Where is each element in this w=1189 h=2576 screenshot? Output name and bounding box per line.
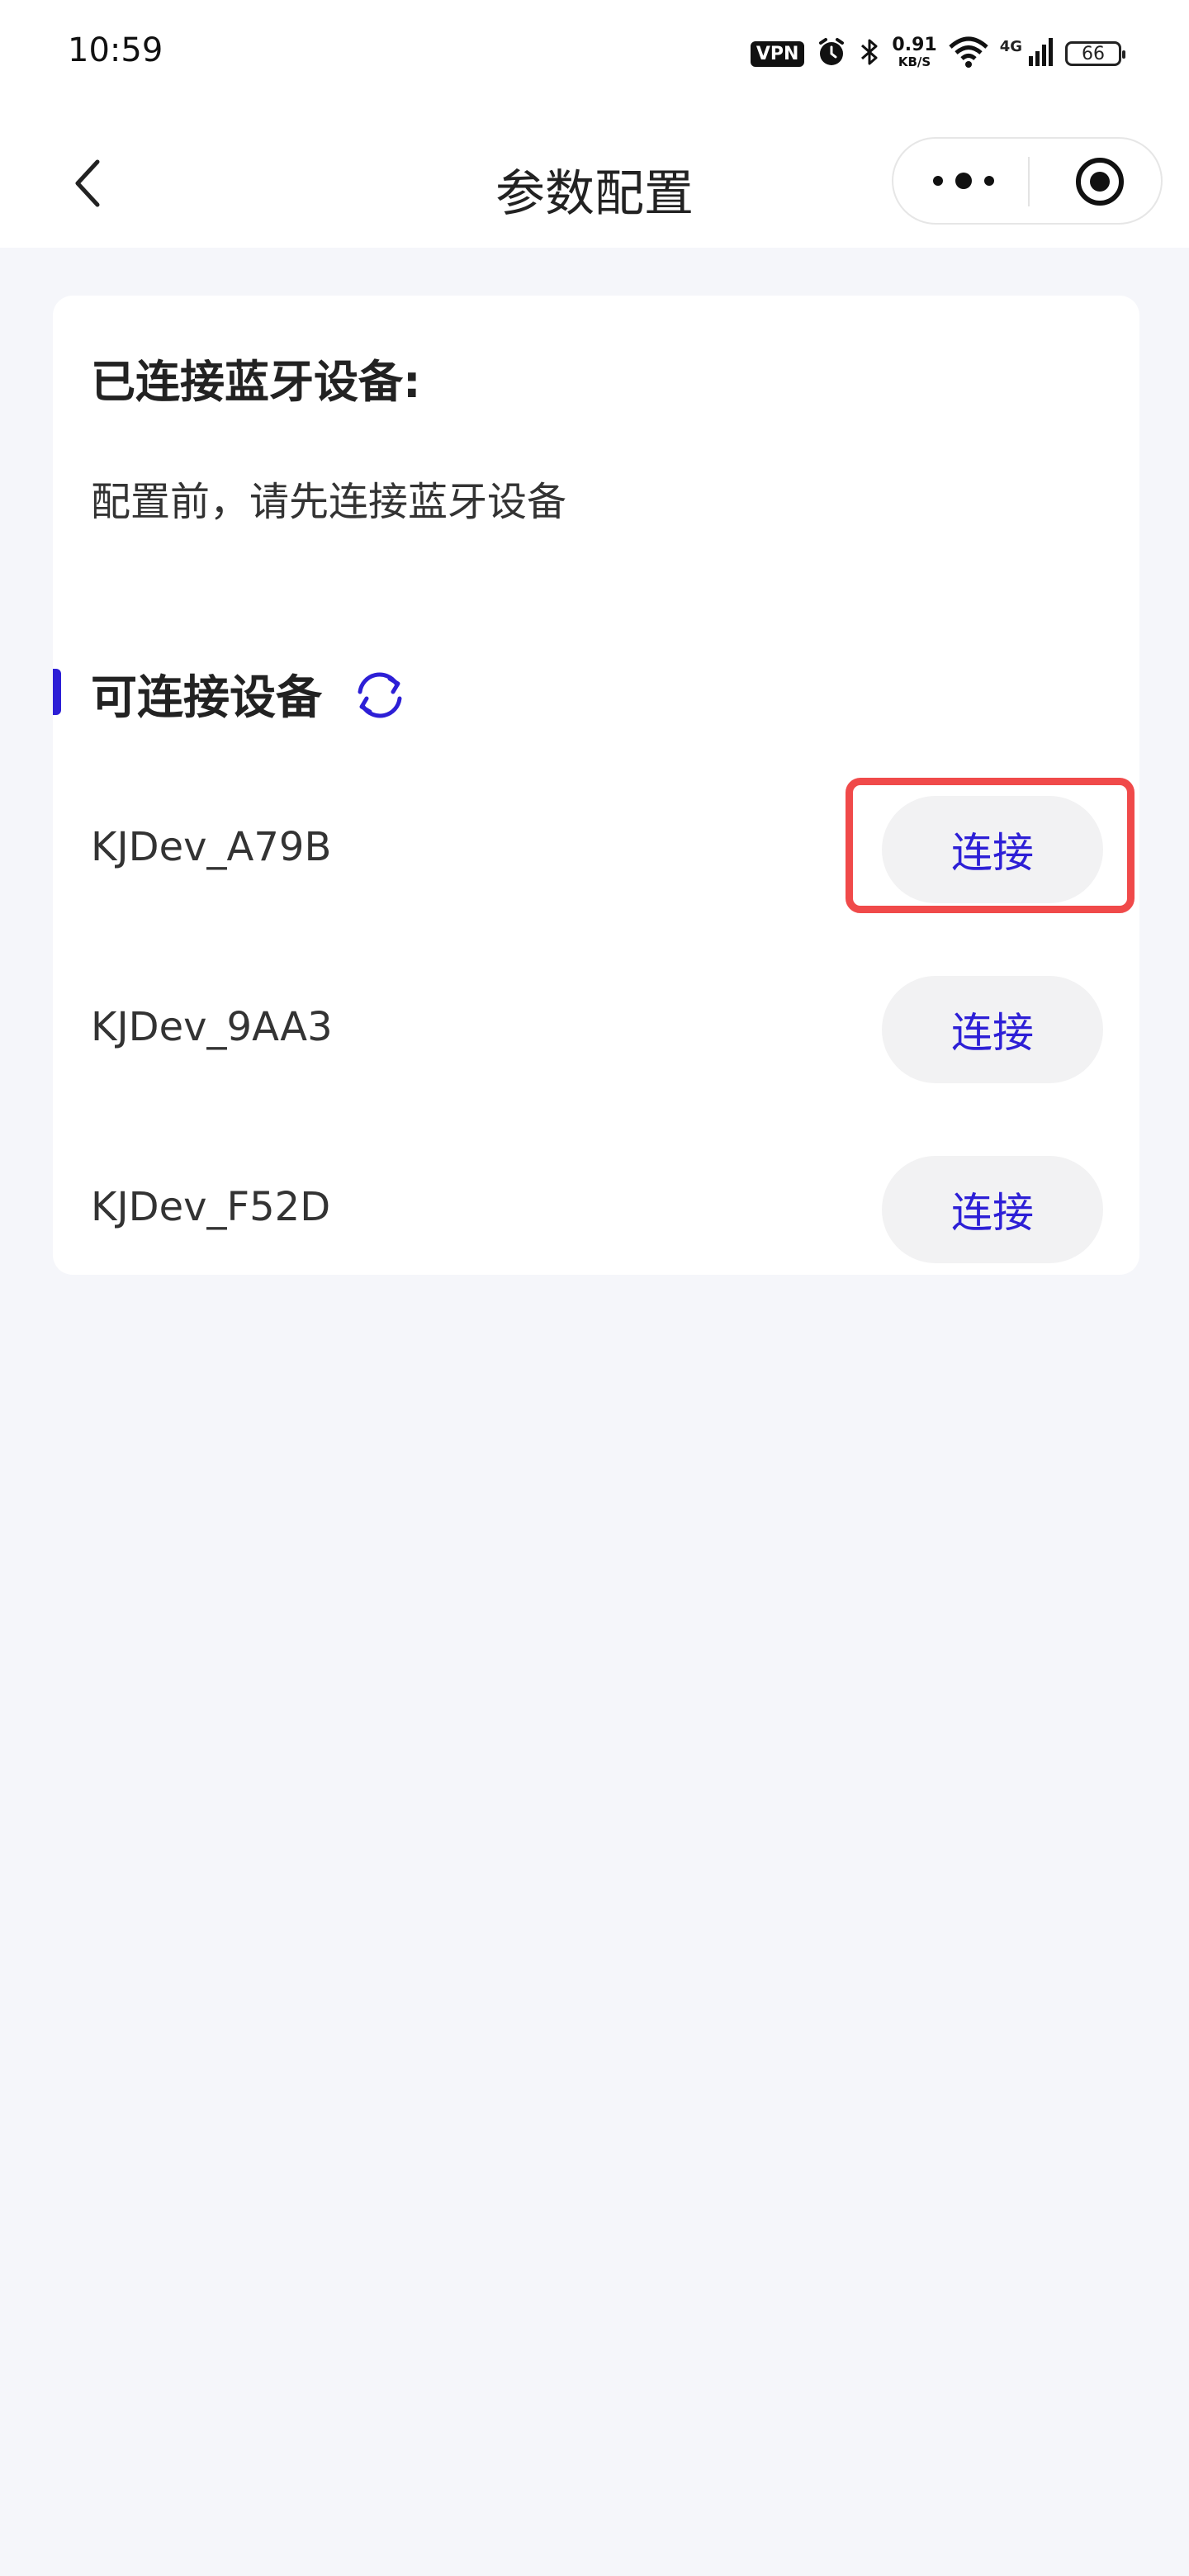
alarm-icon — [816, 36, 847, 71]
device-row: KJDev_9AA3 连接 — [53, 976, 1139, 1083]
device-row: KJDev_F52D 连接 — [53, 1156, 1139, 1263]
status-bar: 10:59 VPN 0.91 KB/S 4G 66 — [0, 0, 1189, 107]
section-accent-bar — [53, 669, 61, 715]
wifi-icon — [949, 36, 988, 72]
net-speed: 0.91 KB/S — [892, 35, 937, 70]
connect-button[interactable]: 连接 — [882, 1156, 1103, 1263]
vpn-badge: VPN — [750, 40, 805, 67]
status-icons: VPN 0.91 KB/S 4G 66 — [750, 33, 1125, 74]
mini-program-capsule — [892, 137, 1163, 225]
device-name: KJDev_F52D — [91, 1184, 331, 1230]
network-gen: 4G — [999, 37, 1022, 55]
connect-hint: 配置前，请先连接蓝牙设备 — [91, 479, 567, 525]
available-devices-title: 可连接设备 — [91, 671, 322, 725]
highlight-box — [846, 778, 1135, 913]
device-name: KJDev_A79B — [91, 824, 332, 870]
nav-bar: 参数配置 — [0, 107, 1189, 248]
device-name: KJDev_9AA3 — [91, 1004, 333, 1050]
refresh-icon[interactable] — [352, 667, 408, 723]
signal-icon — [1029, 36, 1054, 71]
bluetooth-icon — [859, 36, 880, 71]
connect-button[interactable]: 连接 — [882, 976, 1103, 1083]
bluetooth-card: 已连接蓝牙设备: 配置前，请先连接蓝牙设备 可连接设备 KJDev_A79B 连… — [53, 296, 1139, 1275]
capsule-divider — [1028, 157, 1030, 206]
status-time: 10:59 — [68, 31, 163, 69]
connected-devices-title: 已连接蓝牙设备: — [91, 356, 421, 408]
battery-indicator: 66 — [1065, 41, 1125, 66]
device-row: KJDev_A79B 连接 — [53, 778, 1139, 913]
close-target-icon[interactable] — [1073, 155, 1126, 208]
more-icon[interactable] — [926, 160, 1001, 201]
